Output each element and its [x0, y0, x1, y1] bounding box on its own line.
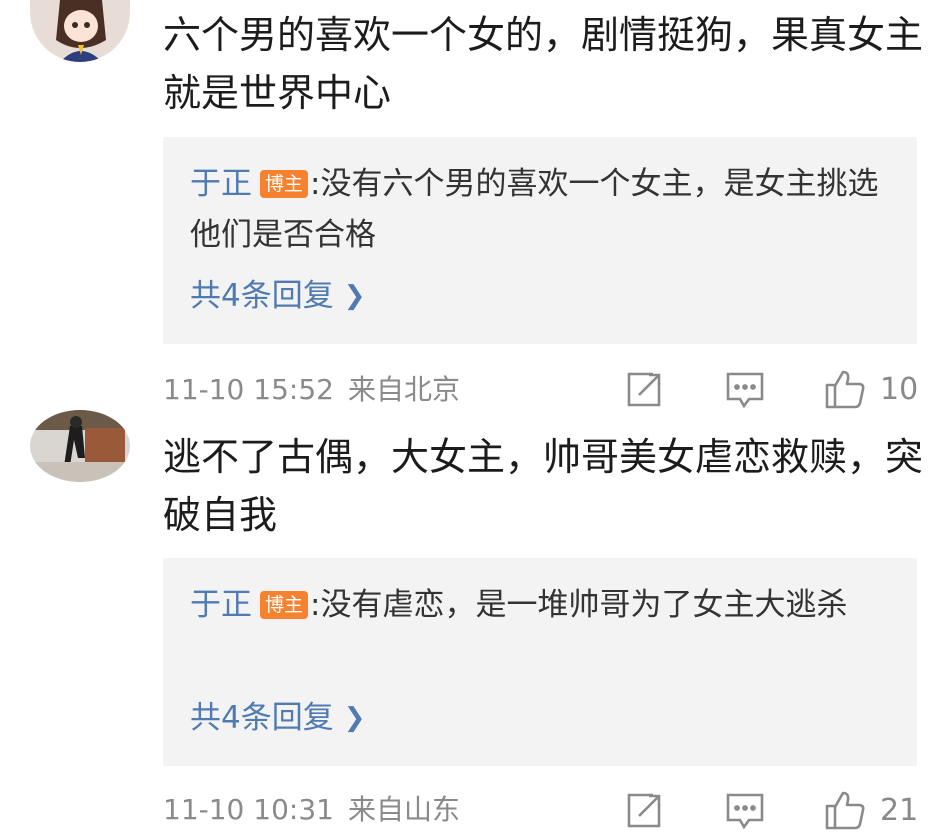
comment-icon[interactable] [725, 371, 765, 413]
reply-box[interactable]: 于正 博主:没有虐恋，是一堆帅哥为了女主大逃杀 共4条回复 ❯ [163, 558, 917, 766]
thumbs-up-icon[interactable] [824, 368, 866, 414]
comment-1: 六个男的喜欢一个女的，剧情挺狗，果真女主就是世界中心 于正 博主:没有六个男的喜欢… [0, 0, 948, 420]
blogger-badge: 博主 [260, 170, 309, 198]
like-count: 21 [880, 793, 919, 828]
reply-content: 于正 博主:没有六个男的喜欢一个女主，是女主挑选他们是否合格 [190, 159, 895, 261]
comment-location: 来自北京 [347, 373, 460, 406]
comment-meta: 11-10 10:31 来自山东 [163, 790, 460, 830]
reply-separator: : [310, 587, 321, 623]
reply-separator: : [310, 166, 321, 202]
more-replies-link[interactable]: 共4条回复 ❯ [190, 698, 366, 738]
reply-author[interactable]: 于正 [190, 166, 252, 202]
user-avatar[interactable] [30, 410, 130, 482]
reply-text: 没有虐恋，是一堆帅哥为了女主大逃杀 [320, 587, 848, 623]
like-count: 10 [880, 372, 919, 407]
more-replies-link[interactable]: 共4条回复 ❯ [190, 276, 366, 316]
comment-icon[interactable] [725, 792, 765, 834]
comment-time: 11-10 15:52 [163, 373, 334, 406]
blogger-badge: 博主 [260, 591, 309, 619]
comment-text: 六个男的喜欢一个女的，剧情挺狗，果真女主就是世界中心 [163, 13, 924, 115]
more-replies-label: 共4条回复 [190, 700, 334, 736]
comment-2: 逃不了古偶，大女主，帅哥美女虐恋救赎，突破自我 于正 博主:没有虐恋，是一堆帅哥为… [0, 410, 948, 838]
reply-box[interactable]: 于正 博主:没有六个男的喜欢一个女主，是女主挑选他们是否合格 共4条回复 ❯ [163, 137, 917, 344]
chevron-right-icon: ❯ [343, 703, 366, 733]
chevron-right-icon: ❯ [343, 281, 366, 311]
comment-text: 逃不了古偶，大女主，帅哥美女虐恋救赎，突破自我 [163, 435, 924, 537]
comment-location: 来自山东 [347, 793, 460, 826]
user-avatar[interactable] [30, 0, 130, 62]
reply-author[interactable]: 于正 [190, 587, 252, 623]
share-icon[interactable] [625, 792, 663, 834]
comment-time: 11-10 10:31 [163, 793, 334, 826]
more-replies-label: 共4条回复 [190, 278, 334, 314]
comment-meta: 11-10 15:52 来自北京 [163, 370, 460, 410]
thumbs-up-icon[interactable] [824, 789, 866, 835]
share-icon[interactable] [625, 371, 663, 413]
reply-content: 于正 博主:没有虐恋，是一堆帅哥为了女主大逃杀 [190, 580, 895, 631]
